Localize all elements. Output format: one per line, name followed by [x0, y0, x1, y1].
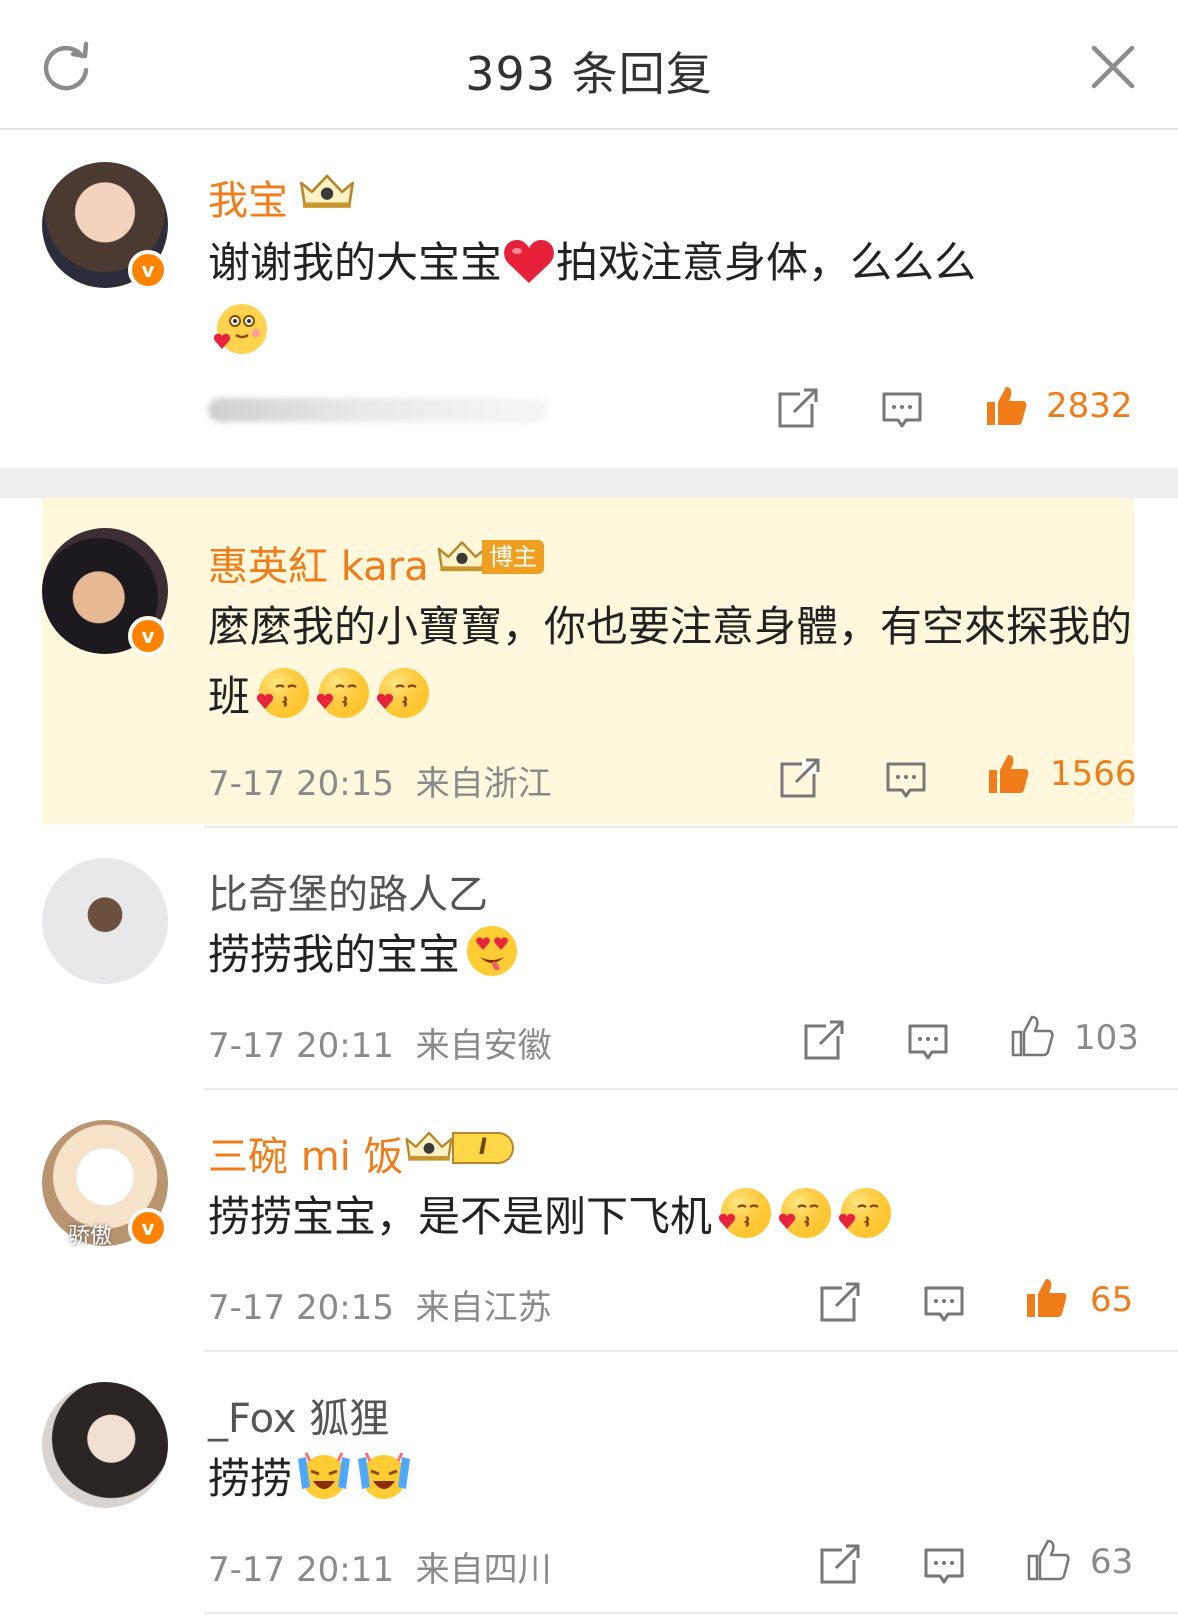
comment-meta: 7-17 20:11 来自安徽 — [208, 1018, 552, 1067]
crying-laughing-emoji-icon — [296, 1447, 352, 1503]
comment-text-part: 拍戏注意身体，么么么 — [556, 238, 977, 287]
location: 来自江苏 — [415, 1288, 552, 1328]
verified-icon: v — [128, 616, 168, 656]
crown-icon — [296, 170, 358, 212]
comment-icon[interactable] — [922, 1282, 966, 1326]
comment-text-part: 捞捞 — [208, 1454, 293, 1503]
like-icon[interactable] — [986, 752, 1030, 796]
kiss-emoji-icon — [716, 1185, 772, 1241]
username[interactable]: 比奇堡的路人乙 — [208, 862, 488, 920]
kiss-emoji-icon — [314, 665, 370, 721]
timestamp: 7-17 20:11 — [208, 1026, 394, 1066]
verified-icon: v — [128, 250, 168, 290]
like-count: 1566 — [1050, 754, 1137, 794]
crown-icon — [402, 1126, 456, 1166]
share-icon[interactable] — [818, 1542, 862, 1586]
kiss-emoji-icon — [836, 1185, 892, 1241]
comment-text: 麼麼我的小寶寶，你也要注意身體，有空來探我的班 — [208, 592, 1138, 732]
share-icon[interactable] — [818, 1280, 862, 1324]
comment-text: 捞捞宝宝，是不是刚下飞机 — [208, 1182, 1138, 1252]
level-badge: I — [452, 1132, 514, 1164]
hug-emoji-icon — [212, 301, 268, 357]
like-count: 63 — [1090, 1542, 1134, 1582]
comment-item: v 我宝 谢谢我的大宝宝 拍戏注意身体，么么么 2832 — [0, 130, 1178, 468]
comment-item: v 惠英紅 kara 博主 麼麼我的小寶寶，你也要注意身體，有空來探我的班 7-… — [0, 498, 1178, 826]
timestamp: 7-17 20:15 — [208, 1288, 394, 1328]
header-bar: 393 条回复 — [0, 0, 1178, 130]
comment-icon[interactable] — [922, 1544, 966, 1588]
location: 来自四川 — [415, 1550, 552, 1590]
timestamp: 7-17 20:15 — [208, 764, 394, 804]
comment-text: 捞捞我的宝宝 — [208, 920, 1138, 990]
like-icon[interactable] — [984, 384, 1028, 428]
comment-meta: 7-17 20:11 来自四川 — [208, 1542, 552, 1591]
share-icon[interactable] — [778, 756, 822, 800]
comment-item: 骄傲 v 三碗 mi 饭 I 捞捞宝宝，是不是刚下飞机 7-17 20:15 来… — [0, 1090, 1178, 1350]
location: 来自安徽 — [415, 1026, 552, 1066]
redacted-meta — [208, 398, 548, 422]
like-icon[interactable] — [1024, 1276, 1068, 1320]
verified-icon: v — [128, 1208, 168, 1248]
divider — [204, 1612, 1178, 1614]
username[interactable]: 我宝 — [208, 168, 288, 226]
comment-item: _Fox 狐狸 捞捞 7-17 20:11 来自四川 63 — [0, 1352, 1178, 1617]
comment-meta: 7-17 20:15 来自浙江 — [208, 756, 552, 805]
comment-text-part: 捞捞宝宝，是不是刚下飞机 — [208, 1192, 713, 1241]
kiss-emoji-icon — [374, 665, 430, 721]
location: 来自浙江 — [415, 764, 552, 804]
avatar[interactable] — [42, 858, 168, 984]
timestamp: 7-17 20:11 — [208, 1550, 394, 1590]
share-icon[interactable] — [802, 1018, 846, 1062]
page-title: 393 条回复 — [465, 47, 713, 101]
like-count: 2832 — [1046, 386, 1133, 426]
username[interactable]: 惠英紅 kara — [208, 534, 429, 592]
kiss-emoji-icon — [254, 665, 310, 721]
comment-text-part: 谢谢我的大宝宝 — [208, 238, 503, 287]
like-count: 65 — [1090, 1280, 1134, 1320]
comment-icon[interactable] — [880, 388, 924, 432]
comment-meta: 7-17 20:15 来自江苏 — [208, 1280, 552, 1329]
username[interactable]: 三碗 mi 饭 — [208, 1124, 404, 1182]
comment-item: 比奇堡的路人乙 捞捞我的宝宝 7-17 20:11 来自安徽 103 — [0, 828, 1178, 1088]
heart-icon — [502, 237, 556, 285]
share-icon[interactable] — [776, 386, 820, 430]
comment-text: 谢谢我的大宝宝 拍戏注意身体，么么么 — [208, 228, 1138, 368]
avatar[interactable] — [42, 1382, 168, 1508]
heart-eyes-emoji-icon — [464, 923, 520, 979]
section-divider — [0, 468, 1178, 498]
kiss-emoji-icon — [776, 1185, 832, 1241]
like-icon[interactable] — [1010, 1014, 1054, 1058]
close-icon[interactable] — [1088, 42, 1138, 92]
crying-laughing-emoji-icon — [356, 1447, 412, 1503]
username[interactable]: _Fox 狐狸 — [208, 1386, 389, 1444]
like-icon[interactable] — [1026, 1538, 1070, 1582]
comment-text: 捞捞 — [208, 1444, 1138, 1514]
blogger-badge: 博主 — [482, 540, 544, 574]
like-count: 103 — [1074, 1018, 1139, 1058]
comment-text-part: 捞捞我的宝宝 — [208, 930, 461, 979]
comment-icon[interactable] — [884, 758, 928, 802]
avatar-caption: 骄傲 — [68, 1224, 113, 1249]
comment-icon[interactable] — [906, 1020, 950, 1064]
